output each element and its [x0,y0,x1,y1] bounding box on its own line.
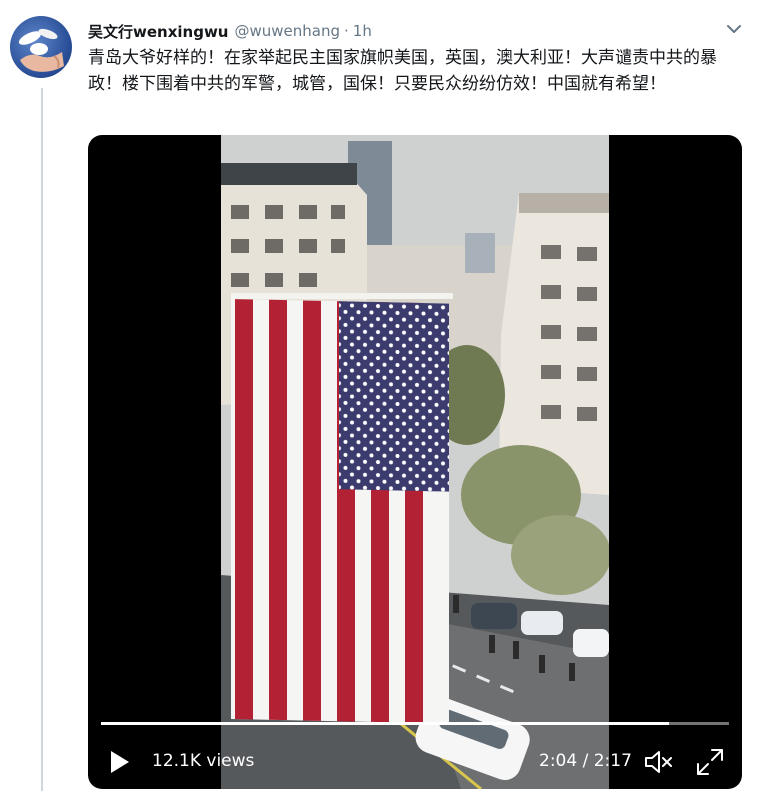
doves-avatar-icon [18,28,64,72]
tweet-menu-button[interactable] [724,19,744,39]
chevron-down-icon [727,25,741,33]
video-controls: 12.1K views 2:04 / 2:17 [88,735,742,789]
video-frame[interactable] [221,135,609,789]
fullscreen-icon [697,749,723,775]
duration: 2:17 [593,751,632,771]
progress-bar[interactable] [101,722,729,725]
tweet-text: 青岛大爷好样的！在家举起民主国家旗帜美国，英国，澳大利亚！大声谴责中共的暴政！楼… [88,48,717,94]
video-thumbnail-image [221,135,609,789]
play-icon [111,751,129,773]
current-time: 2:04 [539,751,578,771]
user-handle[interactable]: @wuwenhang [234,22,340,40]
display-name[interactable]: 吴文行wenxingwu [88,21,228,42]
tweet-header: 吴文行wenxingwu @wuwenhang · 1h [88,20,372,42]
tweet-timestamp[interactable]: 1h [353,22,372,40]
play-button[interactable] [106,749,132,775]
separator-dot: · [344,22,349,40]
muted-speaker-icon [645,751,672,773]
avatar[interactable] [10,16,72,78]
video-player[interactable]: 12.1K views 2:04 / 2:17 [88,135,742,789]
fullscreen-button[interactable] [696,748,724,776]
view-count: 12.1K views [152,751,255,771]
mute-button[interactable] [644,749,674,775]
progress-fill [101,722,670,725]
time-readout: 2:04 / 2:17 [539,751,632,771]
thread-line [41,88,43,791]
